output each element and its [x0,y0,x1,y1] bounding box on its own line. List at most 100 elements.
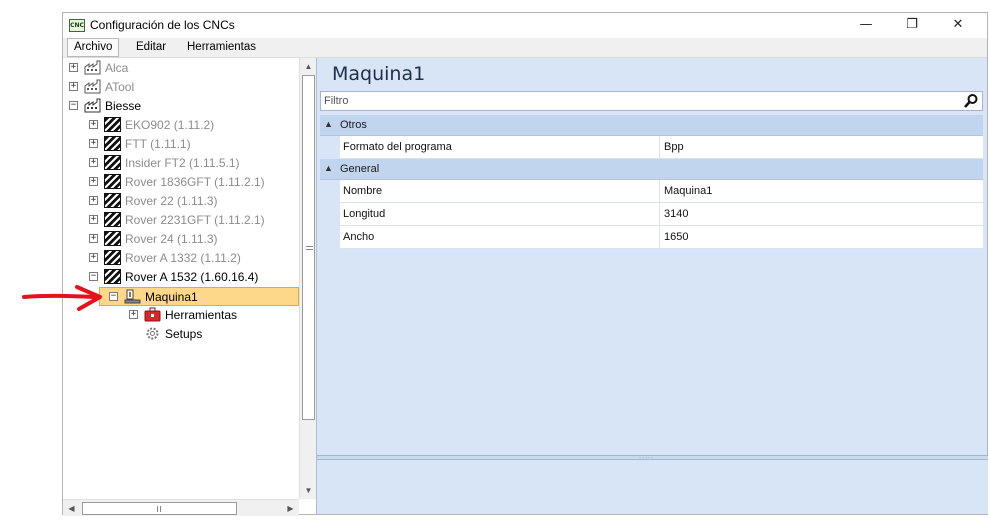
menu-herramientas[interactable]: Herramientas [181,38,262,57]
scroll-thumb[interactable] [302,75,315,420]
tree-item-label: ATool [105,80,135,94]
tree-item-label: Biesse [105,99,142,113]
tree-item-atool[interactable]: + ATool [63,78,316,97]
collapse-caret-icon[interactable]: ▲ [324,119,333,129]
expand-icon[interactable]: + [89,253,98,262]
collapse-caret-icon[interactable]: ▲ [324,163,333,173]
tree-item-setups[interactable]: Setups [63,325,316,344]
tree-item-label: Alca [105,61,129,75]
menu-archivo[interactable]: Archivo [67,38,120,57]
cnc-tree: + Alca + ATool − Biesse + EKO902 (1.11.2… [63,58,316,499]
tree-item-rover-a-1332[interactable]: + Rover A 1332 (1.11.2) [63,249,316,268]
gear-icon [144,326,161,341]
cnc-machine-icon [104,155,121,170]
menu-editar[interactable]: Editar [130,38,172,57]
cnc-machine-icon [104,193,121,208]
cnc-machine-icon [104,212,121,227]
property-row[interactable]: Nombre Maquina1 [340,180,983,203]
scroll-left-arrow-icon[interactable]: ◀ [63,500,80,517]
cnc-machine-icon [104,269,121,284]
property-key: Longitud [340,203,660,225]
property-grid: ▲ Otros Formato del programa Bpp ▲ Gener… [320,115,983,249]
tree-item-alca[interactable]: + Alca [63,59,316,78]
property-value[interactable]: Bpp [661,136,684,158]
tree-item-eko902[interactable]: + EKO902 (1.11.2) [63,116,316,135]
window-title: Configuración de los CNCs [90,18,235,32]
tree-item-label: Maquina1 [145,290,198,304]
scroll-down-arrow-icon[interactable]: ▼ [300,482,317,499]
category-otros[interactable]: ▲ Otros [320,115,983,136]
expand-icon[interactable]: + [129,310,138,319]
maximize-button[interactable]: ❐ [889,13,935,38]
cnc-machine-icon [104,231,121,246]
tree-item-label: FTT (1.11.1) [125,137,191,151]
expand-icon[interactable]: + [89,120,98,129]
cnc-machine-icon [104,136,121,151]
tree-item-label: Insider FT2 (1.11.5.1) [125,156,240,170]
minimize-button[interactable]: — [843,13,889,38]
tree-item-rover-1836gft[interactable]: + Rover 1836GFT (1.11.2.1) [63,173,316,192]
property-row[interactable]: Longitud 3140 [340,203,983,226]
title-bar: CNC Configuración de los CNCs — ❐ ✕ [63,13,987,38]
factory-icon [84,98,101,113]
panel-title: Maquina1 [332,63,426,85]
property-value[interactable]: 3140 [661,203,688,225]
machine-icon [124,289,141,304]
expand-icon[interactable]: + [89,158,98,167]
scroll-up-arrow-icon[interactable]: ▲ [300,58,317,75]
tree-item-label: Setups [165,327,203,341]
property-row[interactable]: Formato del programa Bpp [340,136,983,159]
factory-icon [84,60,101,75]
search-icon[interactable] [963,93,979,109]
tree-horizontal-scrollbar[interactable]: ◀ ▶ [63,499,299,516]
tree-item-rover-24[interactable]: + Rover 24 (1.11.3) [63,230,316,249]
expand-icon[interactable]: + [69,82,78,91]
cnc-machine-icon [104,117,121,132]
tree-item-label: Herramientas [165,308,238,322]
property-key: Formato del programa [340,136,660,158]
property-row[interactable]: Ancho 1650 [340,226,983,249]
tree-item-ftt[interactable]: + FTT (1.11.1) [63,135,316,154]
expand-icon[interactable]: + [89,177,98,186]
category-label: General [340,163,380,175]
annotation-arrow-icon [22,285,102,311]
tree-item-label: Rover A 1532 (1.60.16.4) [125,270,259,284]
property-key: Nombre [340,180,660,202]
property-value[interactable]: Maquina1 [661,180,712,202]
tree-item-maquina1[interactable]: − Maquina1 [99,287,299,306]
collapse-icon[interactable]: − [109,292,118,301]
tree-item-label: Rover 2231GFT (1.11.2.1) [125,213,265,227]
scroll-thumb[interactable] [82,502,237,515]
tree-item-rover-22[interactable]: + Rover 22 (1.11.3) [63,192,316,211]
scroll-right-arrow-icon[interactable]: ▶ [282,500,299,517]
cnc-machine-icon [104,174,121,189]
expand-icon[interactable]: + [89,139,98,148]
menu-bar: Archivo Editar Herramientas [63,38,987,58]
property-value[interactable]: 1650 [661,226,688,248]
close-button[interactable]: ✕ [935,13,981,38]
filter-input[interactable]: Filtro [320,91,983,111]
property-key: Ancho [340,226,660,248]
tree-item-rover-2231gft[interactable]: + Rover 2231GFT (1.11.2.1) [63,211,316,230]
expand-icon[interactable]: + [89,234,98,243]
grip-icon [157,506,161,512]
tree-vertical-scrollbar[interactable]: ▲ ▼ [299,58,316,499]
filter-placeholder: Filtro [324,95,349,107]
property-panel: Maquina1 Filtro ▲ Otros Formato del prog… [316,58,988,514]
collapse-icon[interactable]: − [89,272,98,281]
cnc-app-icon: CNC [69,19,85,32]
category-general[interactable]: ▲ General [320,159,983,180]
expand-icon[interactable]: + [89,215,98,224]
expand-icon[interactable]: + [69,63,78,72]
tree-item-label: Rover 1836GFT (1.11.2.1) [125,175,265,189]
tree-item-label: Rover 24 (1.11.3) [125,232,218,246]
collapse-icon[interactable]: − [69,101,78,110]
tree-item-biesse[interactable]: − Biesse [63,97,316,116]
cnc-config-window: CNC Configuración de los CNCs — ❐ ✕ Arch… [62,12,988,516]
toolbox-icon [144,307,161,322]
category-label: Otros [340,119,367,131]
expand-icon[interactable]: + [89,196,98,205]
description-pane [317,460,988,514]
tree-item-label: Rover 22 (1.11.3) [125,194,218,208]
tree-item-insider-ft2[interactable]: + Insider FT2 (1.11.5.1) [63,154,316,173]
